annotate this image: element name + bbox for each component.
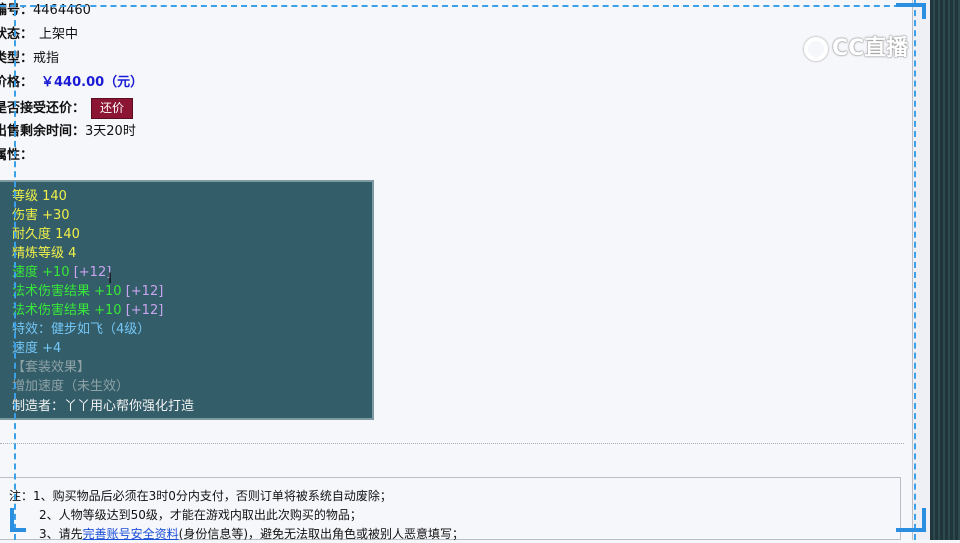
note-line-2: 2、人物等级达到50级，才能在游戏内取出此次购买的物品； [39, 506, 362, 524]
time-left-value: 3天20时 [85, 124, 136, 139]
cc-logo-icon [804, 37, 828, 61]
note-line-1: 注：1、购买物品后必须在3时0分内支付，否则订单将被系统自动废除； [9, 487, 392, 505]
note-text: 2、人物等级达到50级，才能在游戏内取出此次购买的物品； [39, 508, 362, 522]
selection-dash-top [0, 5, 920, 7]
price-label: 价格： [0, 75, 34, 90]
divider [0, 443, 904, 444]
note-text: (身份信息等)，避免无法取出角色或被别人恶意填写； [178, 527, 465, 541]
attr-extra: [+12] [125, 284, 164, 299]
attr-line: 增加速度（未生效） [12, 377, 129, 396]
capture-corner-bottom-right [896, 508, 926, 532]
time-left-label: 出售剩余时间： [0, 124, 86, 139]
selection-dash-right [914, 0, 916, 540]
attr-extra: [+12] [73, 265, 112, 280]
status-label: 状态： [0, 27, 34, 42]
price-value: ￥440.00（元） [41, 75, 144, 90]
cc-live-watermark: CC直播 [804, 32, 908, 66]
attr-text: 速度 +4 [12, 341, 62, 356]
attr-line: 精炼等级 4 [12, 244, 76, 263]
attr-text: 增加速度（未生效） [12, 379, 130, 394]
attr-line: 速度 +10 [+12] [12, 263, 111, 282]
attr-line: 等级 140 [12, 187, 67, 206]
attributes-label: 属性： [0, 148, 34, 163]
note-text: 1、购买物品后必须在3时0分内支付，否则订单将被系统自动废除； [33, 489, 392, 503]
status-row: 状态： 上架中 [0, 25, 78, 45]
attr-line: 耐久度 140 [12, 225, 80, 244]
attr-line: 特效：健步如飞（4级） [12, 320, 150, 339]
counter-offer-button[interactable]: 还价 [91, 98, 134, 119]
panel-border [912, 0, 913, 540]
account-security-link[interactable]: 完善账号安全资料 [83, 527, 179, 541]
attr-text: 耐久度 140 [12, 227, 80, 242]
attr-text: 【套装效果】 [12, 360, 91, 375]
attr-text: 特效：健步如飞（4级） [12, 322, 151, 337]
type-label: 类型： [0, 51, 34, 66]
capture-corner-top-right [896, 3, 926, 19]
watermark-text: CC直播 [832, 36, 909, 61]
background-strip [930, 0, 960, 540]
attributes-row: 属性： [0, 146, 33, 166]
attr-extra: [+12] [125, 303, 164, 318]
purchase-notes: 注：1、购买物品后必须在3时0分内支付，否则订单将被系统自动废除； 2、人物等级… [0, 477, 901, 543]
bargain-label: 是否接受还价： [0, 101, 86, 116]
attr-line: 法术伤害结果 +10 [+12] [12, 282, 163, 301]
note-prefix: 注： [9, 489, 34, 503]
attr-line: 制造者：丫丫用心帮你强化打造 [12, 397, 194, 416]
mouse-cursor-icon: I [108, 271, 113, 287]
bargain-row: 是否接受还价： 还价 [0, 98, 134, 119]
attributes-box: 等级 140 伤害 +30 耐久度 140 精炼等级 4 速度 +10 [+12… [0, 180, 374, 420]
attr-line: 伤害 +30 [12, 206, 70, 225]
capture-corner-bottom-left [10, 508, 26, 532]
note-line-3: 3、请先完善账号安全资料(身份信息等)，避免无法取出角色或被别人恶意填写； [39, 525, 464, 543]
item-detail-panel: 编号：4464460 状态： 上架中 类型：戒指 价格： ￥440.00（元） 是否… [0, 0, 912, 543]
time-left-row: 出售剩余时间：3天20时 [0, 122, 136, 142]
status-value: 上架中 [39, 27, 79, 42]
attr-text: 法术伤害结果 +10 [12, 284, 122, 299]
type-value: 戒指 [33, 51, 60, 66]
attr-text: 法术伤害结果 +10 [12, 303, 122, 318]
type-row: 类型：戒指 [0, 49, 59, 69]
attr-text: 精炼等级 4 [12, 246, 77, 261]
attr-text: 等级 140 [12, 189, 67, 204]
attr-text: 制造者：丫丫用心帮你强化打造 [12, 399, 195, 414]
attr-text: 速度 +10 [12, 265, 70, 280]
note-text: 3、请先 [39, 527, 83, 541]
price-row: 价格： ￥440.00（元） [0, 73, 143, 93]
attr-line: 法术伤害结果 +10 [+12] [12, 301, 163, 320]
attr-text: 伤害 +30 [12, 208, 70, 223]
attr-line: 【套装效果】 [12, 358, 90, 377]
attr-line: 速度 +4 [12, 339, 61, 358]
selection-dash-left [14, 0, 16, 540]
